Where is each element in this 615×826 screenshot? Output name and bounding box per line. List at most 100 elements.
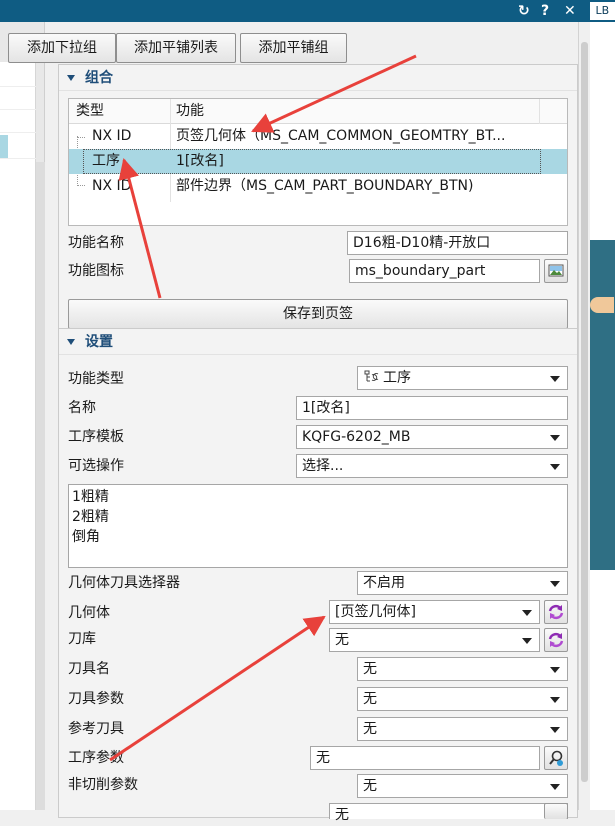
- settings-section-header[interactable]: 设置: [59, 329, 577, 355]
- geom-tool-selector-label: 几何体刀具选择器: [68, 575, 180, 591]
- part-model: [590, 240, 615, 570]
- part-hole: [590, 297, 614, 313]
- navigator-panel: [0, 22, 45, 810]
- search-icon[interactable]: [544, 746, 568, 770]
- chevron-down-icon: [550, 435, 560, 441]
- noncut-params-select[interactable]: 无: [357, 774, 568, 798]
- image-icon[interactable]: [544, 259, 568, 283]
- navigator-scrollbar[interactable]: [36, 162, 45, 810]
- last-row-value: 无: [335, 807, 349, 823]
- row-function: 部件边界（MS_CAM_PART_BOUNDARY_BTN): [176, 178, 474, 194]
- chevron-down-icon: [522, 638, 532, 644]
- cycle-arrows-icon[interactable]: [544, 803, 568, 819]
- name-label: 名称: [68, 400, 96, 416]
- op-params-field[interactable]: 无: [310, 746, 540, 770]
- ops-list[interactable]: 1粗精 2粗精 倒角: [68, 484, 568, 568]
- chevron-down-icon: [550, 784, 560, 790]
- navigator-selected-row[interactable]: [0, 135, 8, 158]
- geometry-value: [页签几何体]: [335, 604, 416, 620]
- table-row-selected[interactable]: 工序 1[改名]: [69, 149, 567, 174]
- column-function[interactable]: 功能: [176, 99, 204, 124]
- graphics-view: [590, 22, 615, 810]
- settings-section-title: 设置: [85, 334, 113, 350]
- chevron-down-icon: [550, 464, 560, 470]
- scrollbar-thumb[interactable]: [581, 42, 588, 782]
- chevron-down-icon: [550, 581, 560, 587]
- tool-library-label: 刀库: [68, 631, 96, 647]
- navigator-list: [0, 62, 36, 810]
- group-section: 组合 类型 功能 NX ID 页签几何体（MS_CAM_COMMON_GEOMT…: [58, 64, 578, 338]
- table-row[interactable]: NX ID 页签几何体（MS_CAM_COMMON_GEOMTRY_BT...: [69, 124, 567, 149]
- collapse-triangle-icon[interactable]: [67, 75, 75, 81]
- add-tiled-list-button[interactable]: 添加平铺列表: [116, 33, 236, 63]
- noncut-params-value: 无: [363, 778, 377, 794]
- row-function: 1[改名]: [176, 153, 224, 169]
- tool-library-select[interactable]: 无: [329, 628, 540, 652]
- optional-ops-value: 选择...: [302, 458, 344, 474]
- save-to-tab-button[interactable]: 保存到页签: [68, 299, 568, 329]
- geometry-select[interactable]: [页签几何体]: [329, 600, 540, 624]
- settings-section: 设置 功能类型 工序 名称 1[改名] 工序模板 KQFG-6202_MB 可选…: [58, 328, 578, 823]
- last-row-select[interactable]: 无: [329, 803, 568, 823]
- window-title-fragment: LB: [590, 2, 615, 20]
- row-type: NX ID: [92, 178, 132, 194]
- add-dropdown-group-button[interactable]: 添加下拉组: [8, 33, 116, 63]
- group-section-title: 组合: [85, 70, 113, 86]
- list-item[interactable]: 1粗精: [72, 487, 564, 507]
- group-table: 类型 功能 NX ID 页签几何体（MS_CAM_COMMON_GEOMTRY_…: [68, 98, 568, 226]
- chevron-down-icon: [550, 667, 560, 673]
- help-icon[interactable]: ?: [541, 0, 549, 22]
- ref-tool-value: 无: [363, 721, 377, 737]
- operation-type-icon: [364, 369, 380, 383]
- template-select[interactable]: KQFG-6202_MB: [296, 425, 568, 449]
- table-row[interactable]: NX ID 部件边界（MS_CAM_PART_BOUNDARY_BTN): [69, 174, 567, 199]
- tool-params-label: 刀具参数: [68, 691, 124, 707]
- chevron-down-icon: [550, 376, 560, 382]
- cycle-arrows-icon[interactable]: [544, 600, 568, 624]
- optional-ops-select[interactable]: 选择...: [296, 454, 568, 478]
- row-type: NX ID: [92, 128, 132, 144]
- collapse-triangle-icon[interactable]: [67, 339, 75, 345]
- geom-tool-selector-value: 不启用: [363, 575, 405, 591]
- close-icon[interactable]: ✕: [564, 0, 576, 22]
- chevron-down-icon: [522, 610, 532, 616]
- ref-tool-select[interactable]: 无: [357, 717, 568, 741]
- chevron-down-icon: [550, 697, 560, 703]
- tool-library-value: 无: [335, 632, 349, 648]
- dialog-scrollbar[interactable]: [578, 22, 590, 810]
- template-value: KQFG-6202_MB: [302, 429, 411, 445]
- function-type-select[interactable]: 工序: [357, 366, 568, 390]
- cycle-arrows-icon[interactable]: [544, 628, 568, 652]
- title-bar: ↻ ? ✕ LB: [0, 0, 615, 22]
- row-function: 页签几何体（MS_CAM_COMMON_GEOMTRY_BT...: [176, 128, 506, 144]
- tool-name-select[interactable]: 无: [357, 657, 568, 681]
- name-field[interactable]: 1[改名]: [296, 396, 568, 420]
- add-tiled-group-button[interactable]: 添加平铺组: [240, 33, 347, 63]
- group-section-header[interactable]: 组合: [59, 65, 577, 91]
- dialog: 添加下拉组 添加平铺列表 添加平铺组 组合 类型 功能 NX ID 页签几何体（…: [8, 22, 590, 823]
- function-icon-field[interactable]: ms_boundary_part: [349, 259, 540, 283]
- tool-params-value: 无: [363, 691, 377, 707]
- function-type-value: 工序: [383, 370, 411, 386]
- chevron-down-icon: [550, 727, 560, 733]
- tool-name-value: 无: [363, 661, 377, 677]
- function-type-label: 功能类型: [68, 371, 124, 387]
- tool-name-label: 刀具名: [68, 661, 110, 677]
- function-name-label: 功能名称: [68, 235, 124, 251]
- column-type[interactable]: 类型: [76, 99, 104, 124]
- noncut-params-label: 非切削参数: [68, 777, 138, 793]
- list-item[interactable]: 倒角: [72, 527, 564, 547]
- group-table-header: 类型 功能: [69, 99, 567, 124]
- ref-tool-label: 参考刀具: [68, 721, 124, 737]
- template-label: 工序模板: [68, 429, 124, 445]
- geom-tool-selector-select[interactable]: 不启用: [357, 571, 568, 595]
- function-name-field[interactable]: D16粗-D10精-开放口: [347, 231, 568, 255]
- row-type: 工序: [92, 153, 120, 169]
- list-item[interactable]: 2粗精: [72, 507, 564, 527]
- optional-ops-label: 可选操作: [68, 458, 124, 474]
- op-params-label: 工序参数: [68, 750, 124, 766]
- refresh-icon[interactable]: ↻: [518, 0, 530, 22]
- tool-params-select[interactable]: 无: [357, 687, 568, 711]
- geometry-label: 几何体: [68, 605, 110, 621]
- function-icon-label: 功能图标: [68, 263, 124, 279]
